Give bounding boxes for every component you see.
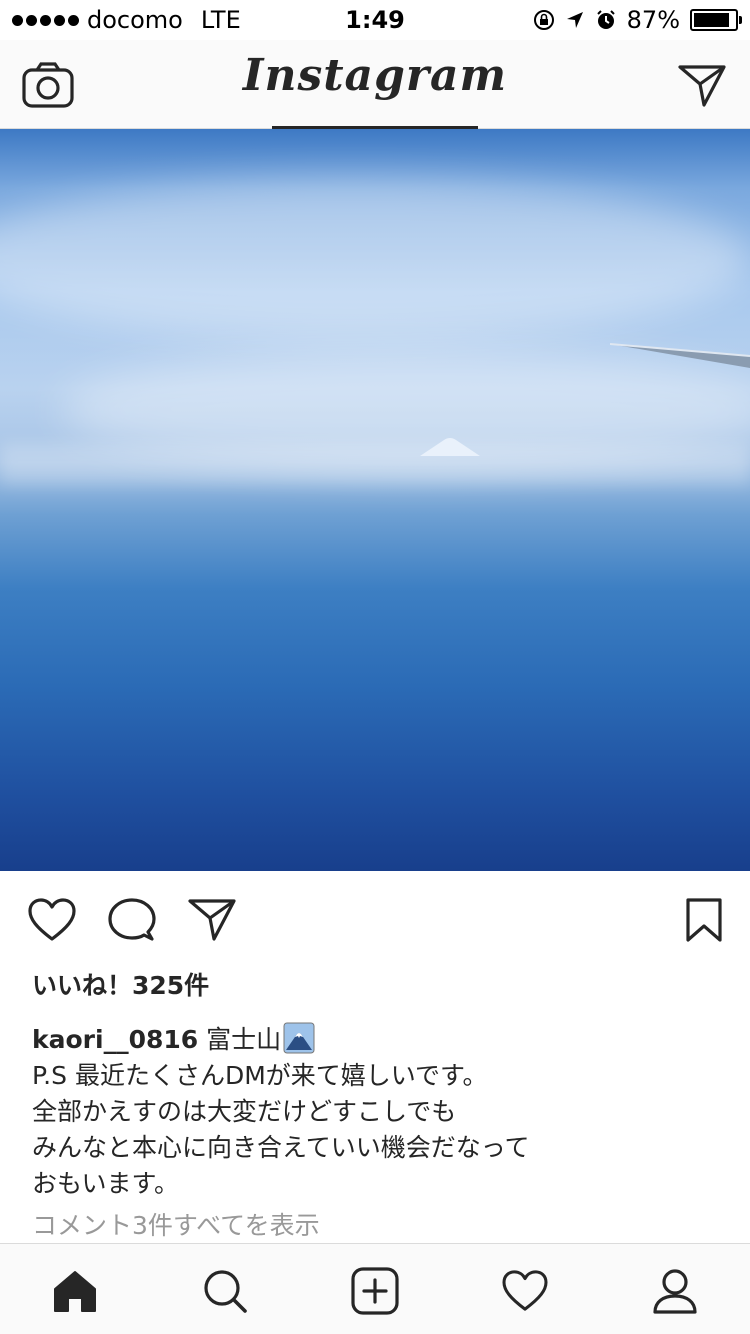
top-navbar: Instagram [0, 40, 750, 129]
airplane-wing [610, 343, 750, 368]
post-photo[interactable] [0, 129, 750, 871]
comment-button[interactable] [108, 898, 156, 946]
photo-horizon-haze [0, 444, 750, 484]
tab-profile[interactable] [650, 1266, 700, 1316]
share-button[interactable] [188, 898, 236, 946]
alarm-clock-icon [596, 10, 615, 29]
battery-percentage: 87% [626, 6, 680, 34]
home-icon [54, 1271, 96, 1312]
status-right: 87% [533, 6, 742, 34]
bottom-tab-bar [0, 1243, 750, 1334]
status-bar: docomo LTE 1:49 87% [0, 0, 750, 40]
heart-icon [28, 898, 76, 941]
tab-search[interactable] [200, 1266, 250, 1316]
tab-home[interactable] [50, 1266, 100, 1316]
caption-text: 富士山 [206, 1025, 282, 1054]
tab-activity[interactable] [500, 1266, 550, 1316]
paper-plane-icon [188, 899, 236, 941]
comment-bubble-icon [108, 898, 156, 941]
battery-fill [694, 13, 729, 27]
mount-fuji-peak [420, 438, 480, 456]
battery-tip [739, 16, 742, 24]
app-logo-title: Instagram [242, 50, 508, 101]
save-button[interactable] [684, 898, 724, 946]
bookmark-icon [686, 898, 722, 942]
direct-messages-button[interactable] [678, 64, 726, 112]
caption-line: P.S 最近たくさんDMが来て嬉しいです。 [32, 1061, 488, 1090]
mount-fuji-emoji-icon [283, 1022, 315, 1054]
caption-first-line: kaori__0816 富士山 [32, 1022, 722, 1058]
caption-line: おもいます。 [32, 1169, 180, 1198]
paper-plane-icon [678, 65, 726, 107]
location-arrow-icon [566, 12, 583, 28]
like-button[interactable] [28, 898, 76, 946]
rotation-lock-icon [533, 10, 554, 30]
caption-username[interactable]: kaori__0816 [32, 1025, 198, 1054]
heart-icon [502, 1270, 548, 1311]
like-count[interactable]: いいね！325件 [32, 966, 209, 1002]
caption-line: 全部かえすのは大変だけどすこしでも [32, 1097, 457, 1126]
search-icon [204, 1270, 247, 1313]
view-all-comments-link[interactable]: コメント3件すべてを表示 [32, 1206, 320, 1242]
photo-cloud [0, 179, 750, 339]
battery-icon [690, 9, 742, 31]
post-actions [0, 890, 750, 950]
post-caption: kaori__0816 富士山 P.S 最近たくさんDMが来て嬉しいです。 全部… [32, 1022, 722, 1202]
caption-line: みんなと本心に向き合えていい機会だなって [32, 1133, 530, 1162]
person-icon [653, 1269, 697, 1314]
tab-add-post[interactable] [350, 1266, 400, 1316]
plus-square-icon [351, 1267, 399, 1315]
